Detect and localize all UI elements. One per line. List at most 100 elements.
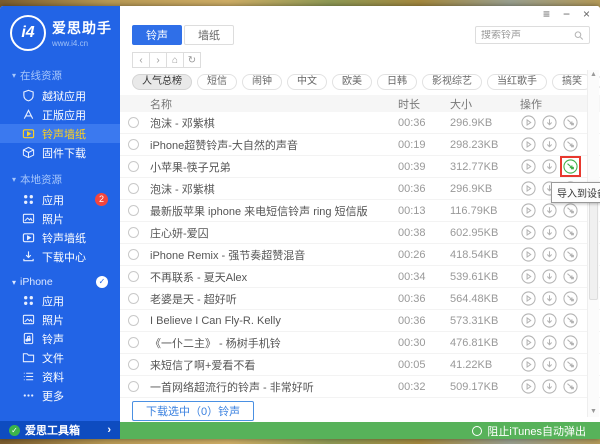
tab-wallpapers[interactable]: 墙纸 — [184, 25, 234, 45]
download-button[interactable] — [541, 246, 558, 263]
sidebar-item-ringtone-wallpaper[interactable]: 铃声墙纸 — [0, 124, 120, 143]
download-button[interactable] — [541, 378, 558, 395]
sidebar-item-local-ringtone-wallpaper[interactable]: 铃声墙纸 — [0, 228, 120, 247]
category-pill[interactable]: 当红歌手 — [487, 74, 547, 90]
search-input[interactable] — [481, 30, 570, 41]
sidebar-item-firmware-download[interactable]: 固件下载 — [0, 143, 120, 162]
play-button[interactable] — [520, 334, 537, 351]
section-header-local[interactable]: ▾ 本地资源 — [0, 169, 120, 190]
play-button[interactable] — [520, 114, 537, 131]
play-button[interactable] — [520, 268, 537, 285]
play-button[interactable] — [520, 246, 537, 263]
section-header-iphone[interactable]: ▾ iPhone ✓ — [0, 273, 120, 291]
import-to-device-button[interactable] — [562, 158, 579, 175]
row-checkbox[interactable] — [128, 139, 139, 150]
import-to-device-button[interactable] — [562, 312, 579, 329]
import-to-device-icon — [563, 357, 578, 372]
sidebar-item-iphone-ringtones[interactable]: 铃声 — [0, 329, 120, 348]
tab-ringtones[interactable]: 铃声 — [132, 25, 182, 45]
back-button[interactable]: ‹ — [132, 52, 150, 68]
import-to-device-button[interactable] — [562, 290, 579, 307]
category-pill[interactable]: 短信 — [197, 74, 237, 90]
category-pill[interactable]: 日韩 — [377, 74, 417, 90]
category-pill[interactable]: 人气总榜 — [132, 74, 192, 90]
download-button[interactable] — [541, 202, 558, 219]
home-button[interactable]: ⌂ — [166, 52, 184, 68]
refresh-button[interactable]: ↻ — [183, 52, 201, 68]
category-pill[interactable]: 影视综艺 — [422, 74, 482, 90]
row-checkbox[interactable] — [128, 183, 139, 194]
download-button[interactable] — [541, 312, 558, 329]
download-button[interactable] — [541, 290, 558, 307]
row-checkbox[interactable] — [128, 117, 139, 128]
sidebar-item-iphone-data[interactable]: 资料 — [0, 367, 120, 386]
import-to-device-button[interactable] — [562, 224, 579, 241]
download-button[interactable] — [541, 356, 558, 373]
play-button[interactable] — [520, 224, 537, 241]
sidebar-item-iphone-photos[interactable]: 照片 — [0, 310, 120, 329]
category-pill[interactable]: 搞笑 — [552, 74, 592, 90]
vertical-scrollbar[interactable]: ▲ ▼ — [587, 70, 599, 417]
download-button[interactable] — [541, 158, 558, 175]
play-button[interactable] — [520, 180, 537, 197]
download-button[interactable] — [541, 334, 558, 351]
play-button[interactable] — [520, 290, 537, 307]
scroll-up-icon[interactable]: ▲ — [590, 70, 597, 80]
search-box[interactable] — [475, 26, 590, 44]
ringtone-duration: 00:05 — [398, 359, 450, 371]
play-button[interactable] — [520, 158, 537, 175]
category-pill[interactable]: 中文 — [287, 74, 327, 90]
toolbox-bar[interactable]: ✓ 爱思工具箱 › — [0, 421, 120, 439]
row-checkbox[interactable] — [128, 249, 139, 260]
import-to-device-button[interactable] — [562, 202, 579, 219]
row-checkbox[interactable] — [128, 381, 139, 392]
a-mark-icon — [22, 108, 35, 121]
row-checkbox[interactable] — [128, 227, 139, 238]
sidebar-item-local-apps[interactable]: 应用 2 — [0, 190, 120, 209]
minimize-icon[interactable]: − — [563, 8, 570, 20]
import-to-device-button[interactable] — [562, 356, 579, 373]
row-checkbox[interactable] — [128, 271, 139, 282]
download-button[interactable] — [541, 224, 558, 241]
sidebar-item-genuine-apps[interactable]: 正版应用 — [0, 105, 120, 124]
sidebar-item-iphone-apps[interactable]: 应用 — [0, 291, 120, 310]
row-checkbox[interactable] — [128, 315, 139, 326]
category-pill[interactable]: 欧美 — [332, 74, 372, 90]
row-checkbox[interactable] — [128, 161, 139, 172]
play-button[interactable] — [520, 136, 537, 153]
play-button[interactable] — [520, 312, 537, 329]
import-to-device-button[interactable] — [562, 114, 579, 131]
category-pill[interactable]: 闹钟 — [242, 74, 282, 90]
sidebar-item-download-center[interactable]: 下载中心 — [0, 247, 120, 266]
download-button[interactable] — [541, 268, 558, 285]
ringtone-size: 296.9KB — [450, 117, 520, 129]
import-to-device-button[interactable] — [562, 334, 579, 351]
row-checkbox[interactable] — [128, 337, 139, 348]
close-icon[interactable]: × — [583, 8, 590, 20]
ringtone-name: 最新版苹果 iphone 来电短信铃声 ring 短信版 — [150, 203, 398, 219]
import-to-device-button[interactable] — [562, 268, 579, 285]
row-checkbox[interactable] — [128, 359, 139, 370]
scroll-down-icon[interactable]: ▼ — [590, 407, 597, 417]
row-checkbox[interactable] — [128, 205, 139, 216]
download-selected-button[interactable]: 下载选中（0）铃声 — [132, 401, 254, 421]
sidebar-item-iphone-more[interactable]: 更多 — [0, 386, 120, 405]
sidebar-item-label: 下载中心 — [42, 249, 86, 265]
play-button[interactable] — [520, 202, 537, 219]
sidebar-item-jailbreak-apps[interactable]: 越狱应用 — [0, 86, 120, 105]
forward-button[interactable]: › — [149, 52, 167, 68]
import-to-device-button[interactable] — [562, 378, 579, 395]
itunes-toggle-checkbox[interactable] — [472, 426, 482, 436]
import-to-device-button[interactable] — [562, 246, 579, 263]
play-button[interactable] — [520, 356, 537, 373]
sidebar-item-local-photos[interactable]: 照片 — [0, 209, 120, 228]
import-to-device-button[interactable] — [562, 136, 579, 153]
download-button[interactable] — [541, 136, 558, 153]
row-checkbox[interactable] — [128, 293, 139, 304]
section-header-online[interactable]: ▾ 在线资源 — [0, 65, 120, 86]
ringtone-name: 庄心妍-爱囚 — [150, 225, 398, 241]
menu-icon[interactable]: ≡ — [543, 8, 550, 20]
play-button[interactable] — [520, 378, 537, 395]
download-button[interactable] — [541, 114, 558, 131]
sidebar-item-iphone-files[interactable]: 文件 — [0, 348, 120, 367]
